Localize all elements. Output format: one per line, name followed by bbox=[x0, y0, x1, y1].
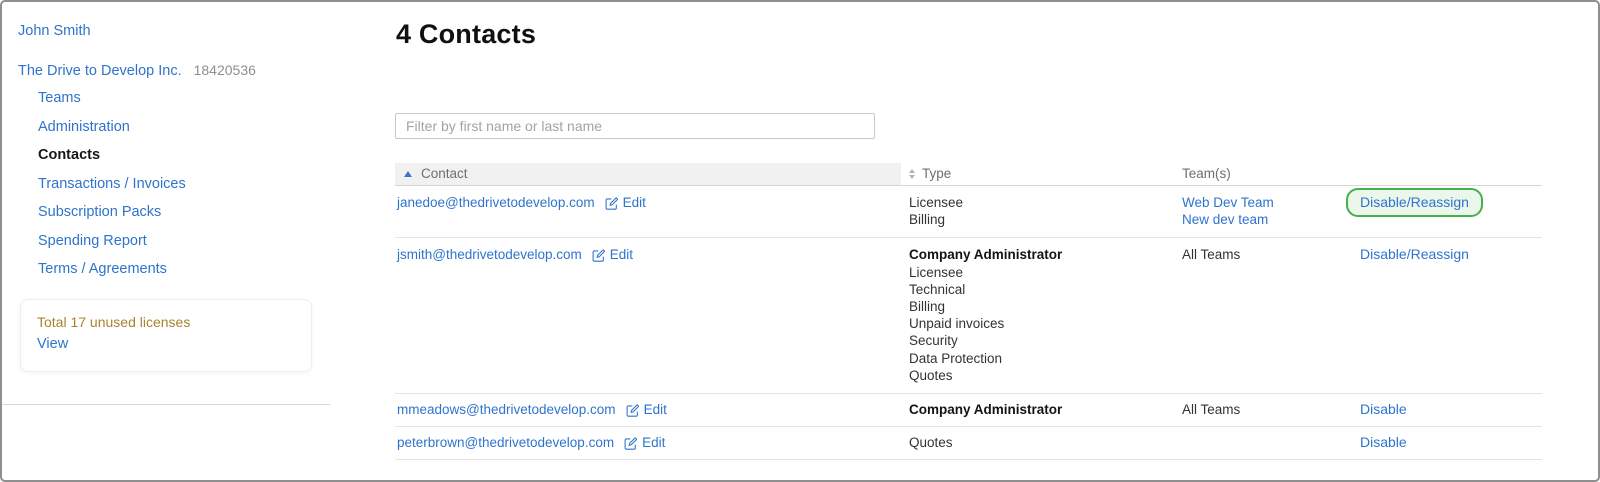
contact-cell: jsmith@thedrivetodevelop.com Edit bbox=[395, 238, 901, 393]
type-value: Technical bbox=[909, 281, 1166, 298]
type-value: Licensee bbox=[909, 194, 1166, 211]
type-value: Quotes bbox=[909, 434, 1166, 451]
table-row: jsmith@thedrivetodevelop.com Edit Compan… bbox=[395, 238, 1542, 394]
type-value: Company Administrator bbox=[909, 401, 1166, 418]
sort-ascending-icon bbox=[404, 171, 412, 177]
edit-link-label: Edit bbox=[623, 194, 646, 211]
type-value: Data Protection bbox=[909, 350, 1166, 367]
edit-icon bbox=[605, 196, 618, 210]
column-header-teams-label: Team(s) bbox=[1182, 166, 1231, 181]
type-cell: Company Administrator bbox=[901, 394, 1174, 426]
org-id: 18420536 bbox=[194, 62, 256, 78]
edit-icon bbox=[624, 436, 637, 450]
sidebar-item-administration[interactable]: Administration bbox=[38, 120, 186, 135]
action-cell: Disable/Reassign bbox=[1352, 238, 1542, 393]
type-value: Billing bbox=[909, 298, 1166, 315]
type-value: Billing bbox=[909, 211, 1166, 228]
sidebar-item-spending-report[interactable]: Spending Report bbox=[38, 234, 186, 249]
action-cell: Disable bbox=[1352, 427, 1542, 459]
type-value: Quotes bbox=[909, 367, 1166, 384]
unused-licenses-card: Total 17 unused licenses View bbox=[20, 299, 312, 372]
action-link[interactable]: Disable bbox=[1360, 401, 1407, 417]
column-header-type[interactable]: Type bbox=[901, 163, 1174, 185]
sidebar-divider bbox=[2, 404, 330, 405]
team-link[interactable]: Web Dev Team bbox=[1182, 194, 1344, 211]
contact-cell: janedoe@thedrivetodevelop.com Edit bbox=[395, 186, 901, 237]
sortable-icon bbox=[909, 169, 915, 179]
sidebar: John Smith The Drive to Develop Inc. 1842… bbox=[2, 2, 394, 480]
org-row: The Drive to Develop Inc. 18420536 bbox=[18, 62, 256, 79]
app-window: John Smith The Drive to Develop Inc. 1842… bbox=[0, 0, 1600, 482]
column-header-contact-label: Contact bbox=[421, 166, 468, 181]
edit-icon bbox=[626, 403, 639, 417]
contacts-table: Contact Type Team(s) janedoe@thedrivetod… bbox=[395, 163, 1542, 460]
type-value: Security bbox=[909, 332, 1166, 349]
type-value: Company Administrator bbox=[909, 246, 1166, 263]
column-header-type-label: Type bbox=[922, 166, 951, 181]
page-title: 4 Contacts bbox=[396, 19, 536, 50]
action-link[interactable]: Disable bbox=[1360, 434, 1407, 450]
column-header-teams: Team(s) bbox=[1174, 163, 1352, 185]
team-cell: Web Dev TeamNew dev team bbox=[1174, 186, 1352, 237]
contact-email-link[interactable]: peterbrown@thedrivetodevelop.com bbox=[397, 434, 614, 451]
edit-link-label: Edit bbox=[610, 246, 633, 263]
sidebar-item-teams[interactable]: Teams bbox=[38, 91, 186, 106]
team-cell bbox=[1174, 427, 1352, 459]
type-cell: Quotes bbox=[901, 427, 1174, 459]
team-cell: All Teams bbox=[1174, 238, 1352, 393]
team-text: All Teams bbox=[1182, 401, 1344, 418]
unused-licenses-text: Total 17 unused licenses bbox=[37, 314, 295, 331]
contact-email-link[interactable]: mmeadows@thedrivetodevelop.com bbox=[397, 401, 616, 418]
contact-email-link[interactable]: janedoe@thedrivetodevelop.com bbox=[397, 194, 595, 211]
sidebar-item-subscription-packs[interactable]: Subscription Packs bbox=[38, 205, 186, 220]
main-content: 4 Contacts Contact Type Team(s) janedoe@… bbox=[395, 2, 1565, 480]
table-row: mmeadows@thedrivetodevelop.com Edit Comp… bbox=[395, 394, 1542, 427]
sidebar-item-terms-agreements[interactable]: Terms / Agreements bbox=[38, 262, 186, 277]
user-name-link[interactable]: John Smith bbox=[18, 23, 91, 39]
org-name-link[interactable]: The Drive to Develop Inc. bbox=[18, 63, 182, 79]
sidebar-item-contacts[interactable]: Contacts bbox=[38, 148, 186, 163]
action-cell: Disable/Reassign bbox=[1352, 186, 1542, 237]
edit-link[interactable]: Edit bbox=[592, 246, 633, 263]
contact-cell: peterbrown@thedrivetodevelop.com Edit bbox=[395, 427, 901, 459]
sidebar-item-transactions-invoices[interactable]: Transactions / Invoices bbox=[38, 177, 186, 192]
contact-email-link[interactable]: jsmith@thedrivetodevelop.com bbox=[397, 246, 582, 263]
edit-link[interactable]: Edit bbox=[605, 194, 646, 211]
edit-link-label: Edit bbox=[642, 434, 665, 451]
edit-link[interactable]: Edit bbox=[624, 434, 665, 451]
contact-cell: mmeadows@thedrivetodevelop.com Edit bbox=[395, 394, 901, 426]
table-row: peterbrown@thedrivetodevelop.com Edit Qu… bbox=[395, 427, 1542, 460]
type-value: Licensee bbox=[909, 264, 1166, 281]
filter-input[interactable] bbox=[395, 113, 875, 139]
edit-icon bbox=[592, 248, 605, 262]
action-link-highlighted[interactable]: Disable/Reassign bbox=[1346, 188, 1483, 217]
edit-link-label: Edit bbox=[644, 401, 667, 418]
type-cell: LicenseeBilling bbox=[901, 186, 1174, 237]
table-header-row: Contact Type Team(s) bbox=[395, 163, 1542, 186]
table-row: janedoe@thedrivetodevelop.com Edit Licen… bbox=[395, 186, 1542, 238]
column-header-actions bbox=[1352, 163, 1542, 185]
contacts-table-body: janedoe@thedrivetodevelop.com Edit Licen… bbox=[395, 186, 1542, 460]
column-header-contact[interactable]: Contact bbox=[395, 163, 901, 185]
action-cell: Disable bbox=[1352, 394, 1542, 426]
view-licenses-link[interactable]: View bbox=[37, 336, 68, 352]
action-link[interactable]: Disable/Reassign bbox=[1360, 246, 1469, 262]
team-text: All Teams bbox=[1182, 246, 1344, 263]
edit-link[interactable]: Edit bbox=[626, 401, 667, 418]
team-link[interactable]: New dev team bbox=[1182, 211, 1344, 228]
type-value: Unpaid invoices bbox=[909, 315, 1166, 332]
type-cell: Company AdministratorLicenseeTechnicalBi… bbox=[901, 238, 1174, 393]
team-cell: All Teams bbox=[1174, 394, 1352, 426]
sidebar-nav: Teams Administration Contacts Transactions … bbox=[38, 91, 186, 291]
